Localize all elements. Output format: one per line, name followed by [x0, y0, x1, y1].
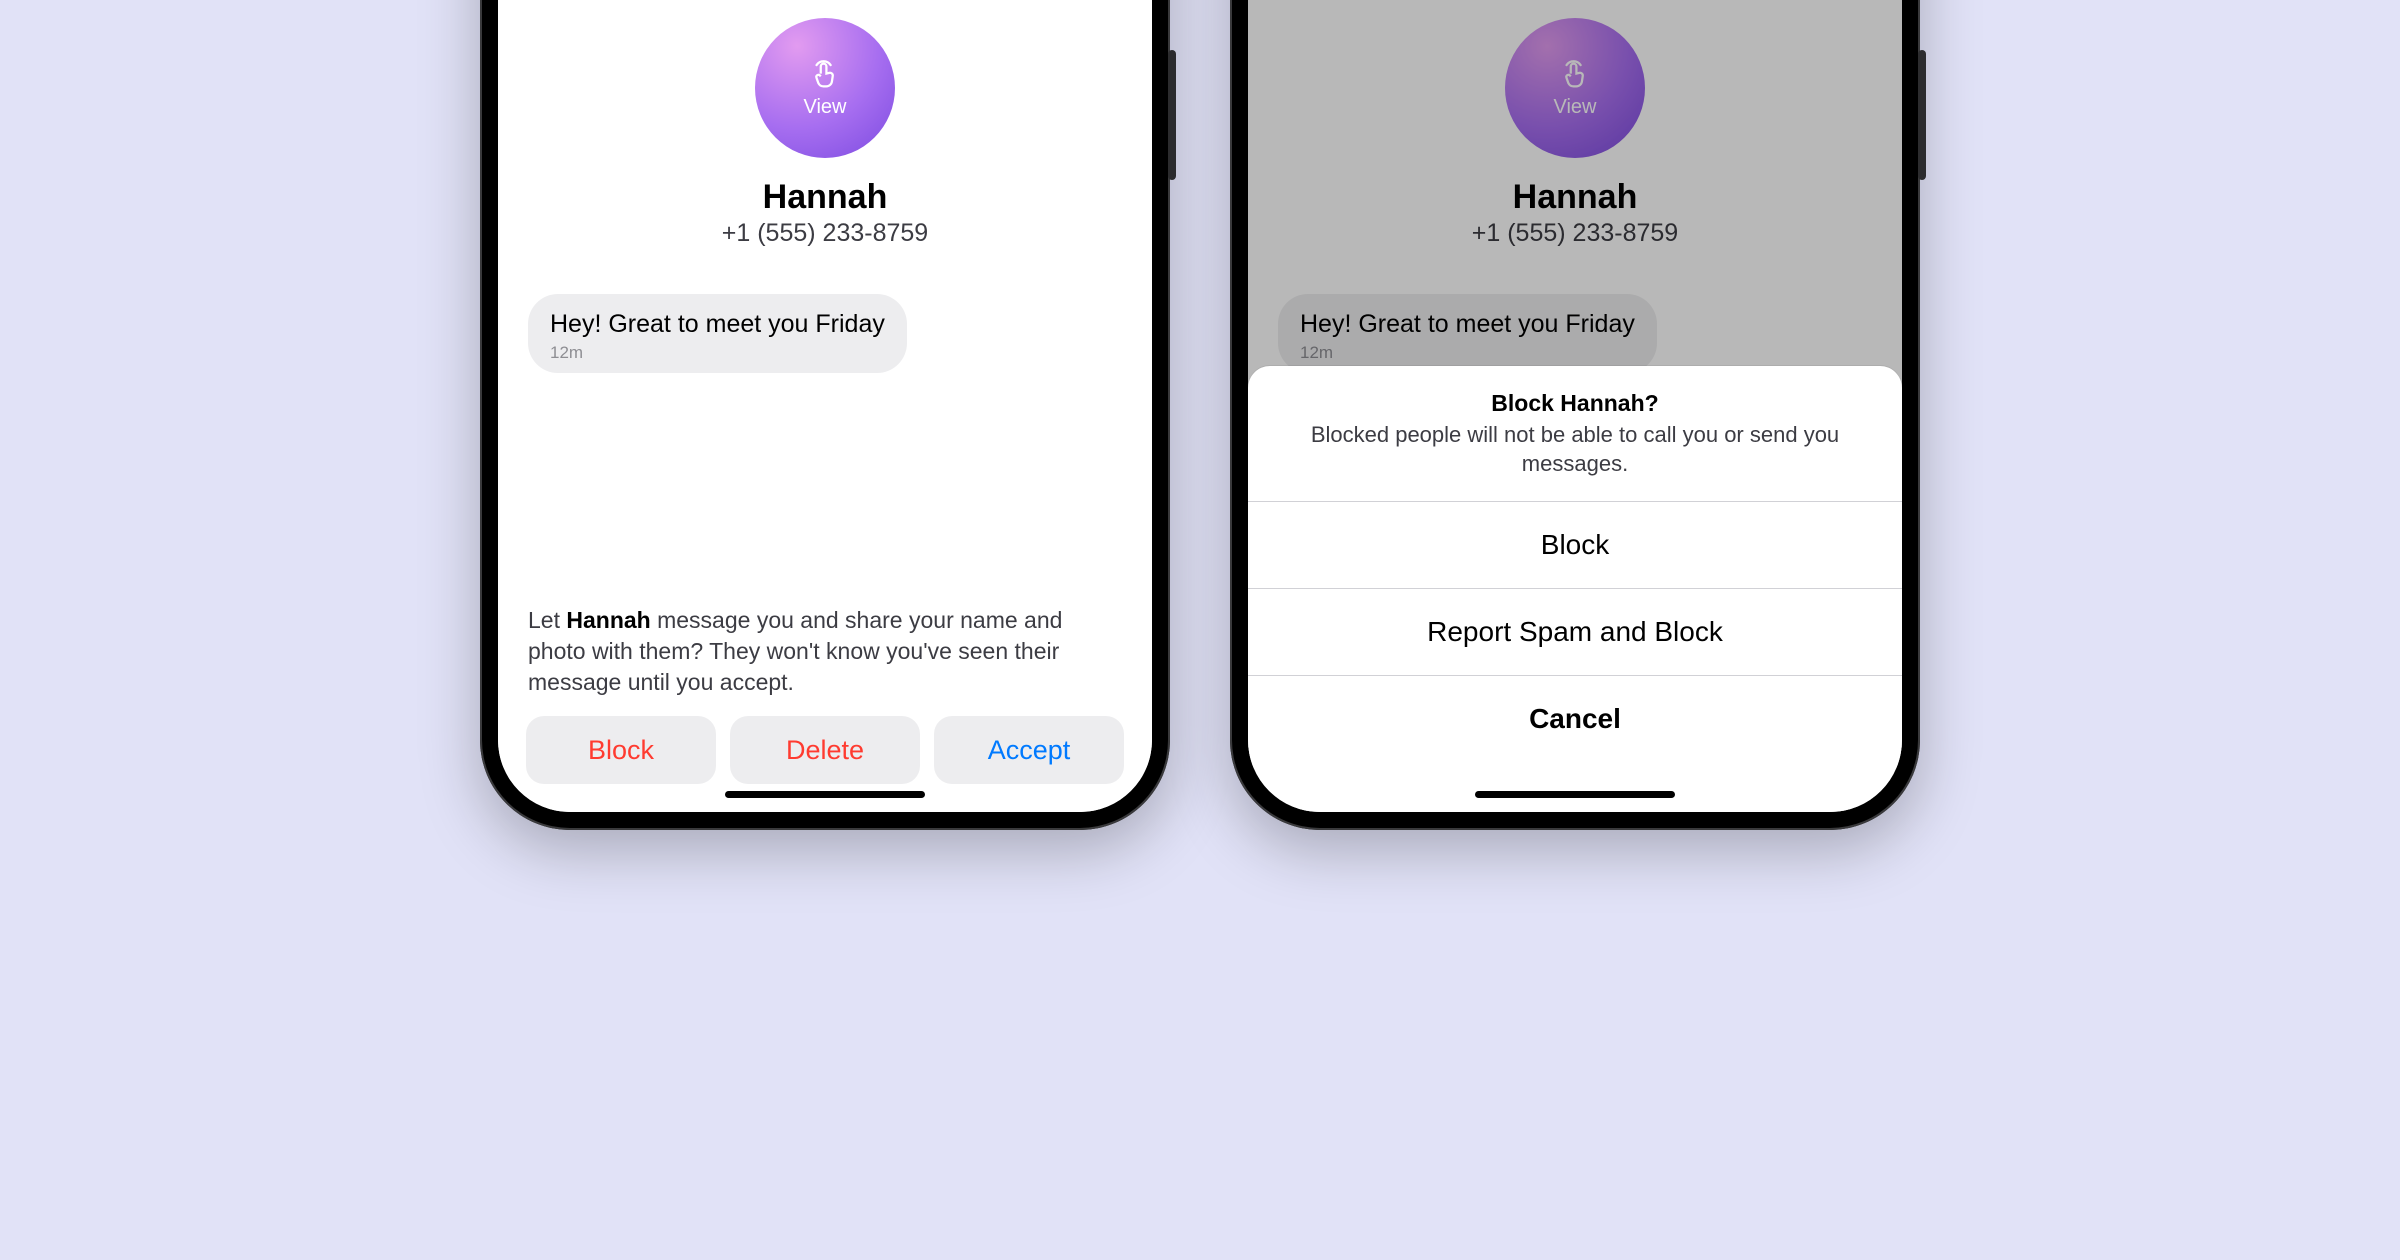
contact-name: Hannah	[1513, 178, 1638, 217]
sheet-subtitle: Blocked people will not be able to call …	[1288, 420, 1862, 479]
home-indicator[interactable]	[1475, 791, 1675, 798]
avatar-view-button: View	[1505, 18, 1645, 158]
message-time: 12m	[550, 343, 885, 363]
avatar-view-button[interactable]: View	[755, 18, 895, 158]
contact-name: Hannah	[763, 178, 888, 217]
avatar-label: View	[804, 96, 847, 119]
screen-right: View Hannah +1 (555) 233-8759 Hey! Great…	[1248, 0, 1902, 812]
tap-icon	[808, 58, 842, 92]
side-button	[1918, 50, 1926, 180]
message-bubble[interactable]: Hey! Great to meet you Friday 12m	[528, 294, 907, 373]
message-text: Hey! Great to meet you Friday	[1300, 308, 1635, 341]
screen-content: View Hannah +1 (555) 233-8759 Hey! Great…	[498, 0, 1152, 812]
side-button	[1168, 50, 1176, 180]
phone-left: View Hannah +1 (555) 233-8759 Hey! Great…	[480, 0, 1170, 830]
sheet-title: Block Hannah?	[1288, 390, 1862, 417]
block-button[interactable]: Block	[526, 716, 716, 784]
sheet-option-block[interactable]: Block	[1248, 502, 1902, 588]
prompt-text: Let Hannah message you and share your na…	[498, 605, 1152, 698]
contact-phone: +1 (555) 233-8759	[722, 219, 928, 248]
contact-phone: +1 (555) 233-8759	[1472, 219, 1678, 248]
screen-left: View Hannah +1 (555) 233-8759 Hey! Great…	[498, 0, 1152, 812]
sheet-header: Block Hannah? Blocked people will not be…	[1248, 366, 1902, 501]
message-time: 12m	[1300, 343, 1635, 363]
contact-header: View Hannah +1 (555) 233-8759	[1248, 18, 1902, 248]
block-action-sheet: Block Hannah? Blocked people will not be…	[1248, 366, 1902, 812]
accept-button[interactable]: Accept	[934, 716, 1124, 784]
phone-right: View Hannah +1 (555) 233-8759 Hey! Great…	[1230, 0, 1920, 830]
contact-header: View Hannah +1 (555) 233-8759	[498, 18, 1152, 248]
message-text: Hey! Great to meet you Friday	[550, 308, 885, 341]
sheet-option-report[interactable]: Report Spam and Block	[1248, 589, 1902, 675]
home-indicator[interactable]	[725, 791, 925, 798]
avatar-label: View	[1554, 96, 1597, 119]
delete-button[interactable]: Delete	[730, 716, 920, 784]
message-bubble: Hey! Great to meet you Friday 12m	[1278, 294, 1657, 373]
sheet-option-cancel[interactable]: Cancel	[1248, 676, 1902, 762]
tap-icon	[1558, 58, 1592, 92]
